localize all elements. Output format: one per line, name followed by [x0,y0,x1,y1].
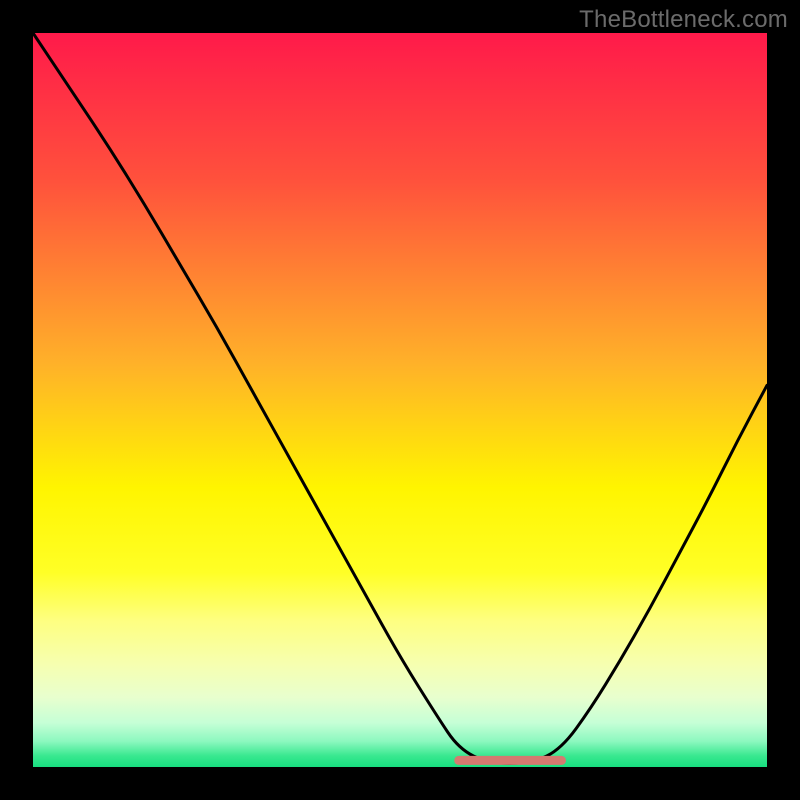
chart-svg [33,33,767,767]
chart-frame: TheBottleneck.com [0,0,800,800]
plot-area [33,33,767,767]
watermark-text: TheBottleneck.com [579,6,788,34]
